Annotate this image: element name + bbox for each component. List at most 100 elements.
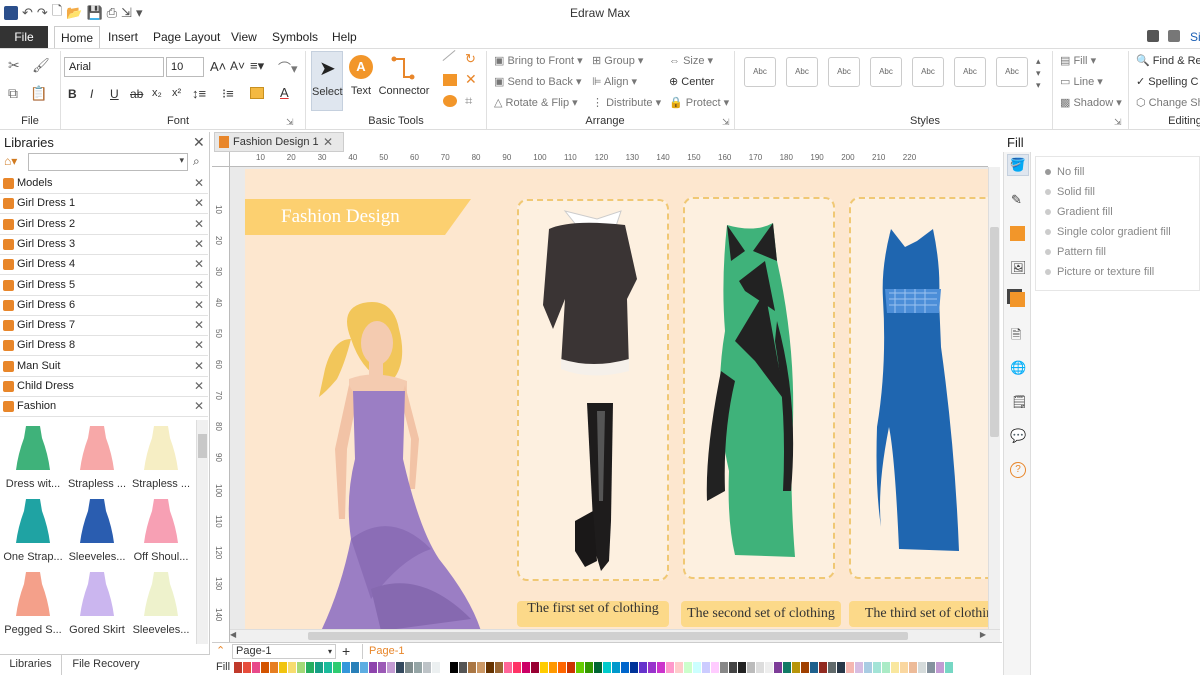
- color-swatch[interactable]: [468, 662, 476, 673]
- font-color-icon[interactable]: A: [280, 85, 289, 100]
- bullets-icon[interactable]: ⁝≡: [222, 86, 234, 102]
- color-swatch[interactable]: [612, 662, 620, 673]
- align-text-icon[interactable]: ≡▾: [250, 58, 264, 74]
- color-swatch[interactable]: [441, 662, 449, 673]
- color-swatch[interactable]: [504, 662, 512, 673]
- close-library-icon[interactable]: ✕: [194, 359, 204, 373]
- color-swatch[interactable]: [891, 662, 899, 673]
- distribute-button[interactable]: ⋮ Distribute ▾: [592, 96, 661, 109]
- color-swatch[interactable]: [234, 662, 242, 673]
- style-preset-1[interactable]: Abc: [744, 57, 776, 87]
- font-size-select[interactable]: 10: [166, 57, 204, 77]
- comment-icon[interactable]: 💬: [1010, 428, 1026, 444]
- line-tool-icon[interactable]: [442, 49, 456, 62]
- page-tab-1[interactable]: Page-1: [362, 644, 412, 659]
- color-swatch[interactable]: [261, 662, 269, 673]
- style-preset-3[interactable]: Abc: [828, 57, 860, 87]
- gallery-scrollbar[interactable]: [196, 420, 208, 644]
- share-icon[interactable]: [1147, 30, 1159, 42]
- fill-option-single-color-gradient[interactable]: Single color gradient fill: [1045, 226, 1171, 238]
- bold-icon[interactable]: B: [68, 87, 77, 101]
- color-swatch[interactable]: [459, 662, 467, 673]
- rotate-flip-button[interactable]: △ Rotate & Flip ▾: [494, 96, 578, 109]
- color-swatch[interactable]: [747, 662, 755, 673]
- layer-panel-icon[interactable]: [1010, 292, 1025, 307]
- color-swatch[interactable]: [450, 662, 458, 673]
- caption-set-3[interactable]: The third set of clothin: [849, 601, 988, 627]
- canvas-vertical-scrollbar[interactable]: [988, 167, 1000, 629]
- color-swatch[interactable]: [288, 662, 296, 673]
- color-swatch[interactable]: [477, 662, 485, 673]
- color-swatch[interactable]: [378, 662, 386, 673]
- color-swatch[interactable]: [342, 662, 350, 673]
- style-preset-4[interactable]: Abc: [870, 57, 902, 87]
- color-swatch[interactable]: [630, 662, 638, 673]
- subscript-icon[interactable]: x₂: [152, 87, 162, 99]
- model-figure[interactable]: [311, 299, 501, 629]
- green-dress-shape[interactable]: [705, 221, 815, 559]
- color-swatch[interactable]: [684, 662, 692, 673]
- close-library-icon[interactable]: ✕: [194, 298, 204, 312]
- change-shape-button[interactable]: ⬡ Change Sh: [1136, 96, 1200, 109]
- color-swatch[interactable]: [936, 662, 944, 673]
- data-panel-icon[interactable]: 🗒: [1011, 394, 1028, 410]
- tab-file-recovery[interactable]: File Recovery: [66, 655, 146, 675]
- select-tool-button[interactable]: ➤ Select: [311, 51, 343, 111]
- color-swatch[interactable]: [603, 662, 611, 673]
- text-direction-icon[interactable]: ⌒▾: [278, 58, 298, 77]
- sign-in-link[interactable]: Si: [1184, 26, 1200, 48]
- pen-tool-icon[interactable]: ✕: [465, 71, 477, 88]
- close-library-icon[interactable]: ✕: [194, 338, 204, 352]
- color-swatch[interactable]: [279, 662, 287, 673]
- ellipse-tool-icon[interactable]: [443, 95, 457, 107]
- send-to-back-button[interactable]: ▣ Send to Back ▾: [494, 75, 581, 88]
- color-swatch[interactable]: [774, 662, 782, 673]
- fill-option-pattern[interactable]: Pattern fill: [1045, 246, 1106, 258]
- color-swatch[interactable]: [945, 662, 953, 673]
- protect-button[interactable]: 🔒 Protect ▾: [669, 96, 729, 109]
- rotate-tool-icon[interactable]: ↻: [465, 51, 476, 67]
- color-swatch[interactable]: [693, 662, 701, 673]
- close-libraries-icon[interactable]: ✕: [193, 134, 205, 151]
- color-swatch[interactable]: [396, 662, 404, 673]
- close-library-icon[interactable]: ✕: [194, 278, 204, 292]
- library-item-girl-dress-3[interactable]: Girl Dress 3 ✕: [0, 235, 208, 255]
- color-swatch[interactable]: [351, 662, 359, 673]
- color-swatch[interactable]: [792, 662, 800, 673]
- library-item-girl-dress-6[interactable]: Girl Dress 6 ✕: [0, 296, 208, 316]
- color-swatch[interactable]: [675, 662, 683, 673]
- color-swatch[interactable]: [270, 662, 278, 673]
- color-swatch[interactable]: [324, 662, 332, 673]
- color-swatch[interactable]: [594, 662, 602, 673]
- fill-panel-icon[interactable]: 🪣: [1007, 154, 1029, 176]
- color-swatch[interactable]: [828, 662, 836, 673]
- shadow-button[interactable]: ▩ Shadow ▾: [1060, 96, 1122, 109]
- style-preset-2[interactable]: Abc: [786, 57, 818, 87]
- page-options-icon[interactable]: ⌃: [216, 644, 225, 657]
- color-swatch[interactable]: [801, 662, 809, 673]
- account-icon[interactable]: [1168, 30, 1180, 42]
- help-icon[interactable]: ?: [1010, 462, 1026, 478]
- font-name-select[interactable]: Arial: [64, 57, 164, 77]
- arrange-dialog-launcher-icon[interactable]: ⇲: [722, 117, 730, 128]
- size-button[interactable]: ⇔ Size ▾: [669, 54, 713, 67]
- shape-gored-skirt-7[interactable]: Gored Skirt: [64, 566, 130, 638]
- tab-page-layout[interactable]: Page Layout: [147, 26, 226, 48]
- shape-dress-wit-0[interactable]: Dress wit...: [0, 420, 66, 492]
- blue-dress-shape[interactable]: [875, 227, 985, 553]
- shape-pegged-s-6[interactable]: Pegged S...: [0, 566, 66, 638]
- underline-icon[interactable]: U: [110, 87, 119, 101]
- close-library-icon[interactable]: ✕: [194, 399, 204, 413]
- file-menu[interactable]: File: [0, 26, 48, 48]
- color-swatch[interactable]: [495, 662, 503, 673]
- color-swatch[interactable]: [360, 662, 368, 673]
- copy-icon[interactable]: ⧉: [8, 85, 18, 102]
- color-swatch[interactable]: [720, 662, 728, 673]
- color-swatch[interactable]: [909, 662, 917, 673]
- styles-scroll-icon[interactable]: ▴ ▾ ▾: [1036, 55, 1041, 91]
- caption-set-2[interactable]: The second set of clothing: [681, 601, 841, 627]
- close-library-icon[interactable]: ✕: [194, 318, 204, 332]
- scroll-left-icon[interactable]: ◀: [230, 630, 236, 639]
- fill-option-no-fill[interactable]: No fill: [1045, 166, 1085, 178]
- scroll-right-icon[interactable]: ▶: [980, 630, 986, 639]
